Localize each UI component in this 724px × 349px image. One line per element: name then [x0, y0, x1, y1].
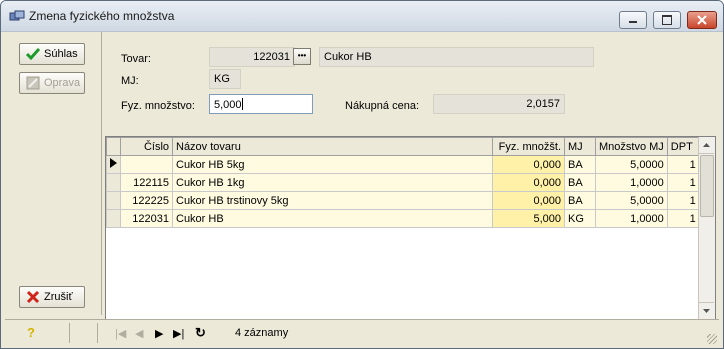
cell-dpt: 1 [666, 209, 700, 228]
status-separator [97, 323, 98, 343]
tovar-name-value: Cukor HB [324, 51, 372, 63]
col-header-mnozstvo[interactable]: Množstvo MJ [595, 137, 668, 156]
row-indicator [106, 173, 121, 192]
cell-nazov: Cukor HB 5kg [172, 155, 493, 174]
scroll-up-button[interactable] [699, 137, 714, 154]
tovar-lookup-button[interactable]: ••• [293, 48, 311, 65]
refresh-icon[interactable]: ↻ [195, 325, 206, 341]
col-header-cislo[interactable]: Číslo [120, 137, 173, 156]
mj-field: KG [209, 69, 241, 89]
cell-dpt: 1 [666, 155, 700, 174]
fyz-mnozstvo-label: Fyz. množstvo: [121, 100, 195, 112]
minimize-button[interactable] [619, 11, 647, 29]
cell-fyz: 0,000 [492, 155, 565, 174]
dialog-client: Súhlas Oprava Zrušiť Tovar: 122031 ••• C… [5, 32, 719, 346]
cell-nazov: Cukor HB [172, 209, 493, 228]
suhlas-button[interactable]: Súhlas [19, 43, 85, 65]
cancel-x-icon [26, 290, 40, 304]
cell-cislo: 122031 [120, 209, 173, 228]
cell-fyz: 0,000 [492, 173, 565, 192]
cell-mnozstvo: 1,0000 [595, 209, 668, 228]
text-caret [241, 98, 243, 110]
oprava-button[interactable]: Oprava [19, 72, 85, 94]
cell-cislo: 122225 [120, 191, 173, 210]
col-header-fyz[interactable]: Fyz. množšt. [492, 137, 565, 156]
row-indicator [106, 209, 121, 228]
cell-mnozstvo: 1,0000 [595, 173, 668, 192]
close-icon [697, 15, 707, 25]
nav-next-button[interactable]: ▶ [155, 327, 163, 340]
items-grid[interactable]: Číslo Názov tovaru Fyz. množšt. MJ Množs… [105, 136, 716, 320]
tovar-code-value: 122031 [253, 51, 290, 63]
cell-mj: BA [564, 155, 596, 174]
close-button[interactable] [687, 11, 717, 29]
edit-icon [26, 76, 40, 90]
tovar-name-field: Cukor HB [319, 47, 594, 67]
mj-label: MJ: [121, 75, 139, 87]
status-separator [69, 323, 70, 343]
table-row[interactable]: 122115 Cukor HB 1kg 0,000 BA 1,0000 1 [106, 173, 700, 192]
scroll-thumb[interactable] [700, 155, 714, 217]
items-table: Číslo Názov tovaru Fyz. množšt. MJ Množs… [106, 137, 700, 228]
cell-mnozstvo: 5,0000 [595, 191, 668, 210]
table-row[interactable]: 122225 Cukor HB trstinovy 5kg 0,000 BA 5… [106, 191, 700, 210]
row-indicator [106, 191, 121, 210]
minimize-icon [629, 21, 637, 23]
maximize-button[interactable] [653, 11, 681, 29]
window-title: Zmena fyzického množstva [29, 9, 175, 23]
nav-last-button[interactable]: ▶| [173, 327, 184, 340]
cell-fyz: 5,000 [492, 209, 565, 228]
ellipsis-icon: ••• [297, 51, 307, 60]
fyz-mnozstvo-input[interactable]: 5,000 [209, 94, 313, 114]
cell-dpt: 1 [666, 191, 700, 210]
cell-nazov: Cukor HB trstinovy 5kg [172, 191, 493, 210]
zrusit-label: Zrušiť [44, 291, 73, 303]
oprava-label: Oprava [44, 77, 81, 89]
cell-nazov: Cukor HB 1kg [172, 173, 493, 192]
tovar-label: Tovar: [121, 53, 151, 65]
resize-grip-icon[interactable] [707, 334, 717, 344]
dialog-window: Zmena fyzického množstva Súhlas Oprava Z… [0, 0, 724, 349]
app-icon [9, 10, 25, 21]
grid-vertical-scrollbar[interactable] [698, 137, 715, 319]
col-header-mj[interactable]: MJ [564, 137, 596, 156]
nav-first-button[interactable]: |◀ [115, 327, 126, 340]
cell-fyz: 0,000 [492, 191, 565, 210]
cell-mj: BA [564, 191, 596, 210]
table-row[interactable]: 122031 Cukor HB 5,000 KG 1,0000 1 [106, 209, 700, 228]
checkmark-icon [26, 48, 40, 61]
cell-mj: BA [564, 173, 596, 192]
help-icon[interactable]: ? [27, 325, 35, 340]
status-bar: ? |◀ ◀ ▶ ▶| ↻ 4 záznamy [5, 319, 719, 346]
tovar-code-field[interactable]: 122031 [209, 47, 295, 67]
cell-mnozstvo: 5,0000 [595, 155, 668, 174]
col-header-nazov[interactable]: Názov tovaru [172, 137, 493, 156]
indicator-header [106, 137, 121, 156]
mj-value: KG [214, 73, 230, 85]
cell-cislo: 122115 [120, 173, 173, 192]
cell-cislo [120, 155, 173, 174]
maximize-icon [662, 15, 672, 25]
button-panel: Súhlas Oprava Zrušiť [5, 32, 102, 315]
nakupna-cena-value: 2,0157 [526, 98, 560, 110]
table-row[interactable]: Cukor HB 5kg 0,000 BA 5,0000 1 [106, 155, 700, 174]
record-count: 4 záznamy [235, 327, 289, 339]
nakupna-cena-label: Nákupná cena: [345, 100, 419, 112]
fyz-mnozstvo-value: 5,000 [214, 99, 242, 111]
col-header-dpt[interactable]: DPT [666, 137, 700, 156]
nakupna-cena-field: 2,0157 [433, 94, 565, 114]
current-row-indicator-icon [106, 155, 121, 174]
cell-mj: KG [564, 209, 596, 228]
zrusit-button[interactable]: Zrušiť [19, 286, 85, 308]
cell-dpt: 1 [666, 173, 700, 192]
title-bar[interactable]: Zmena fyzického množstva [1, 1, 723, 32]
nav-prev-button[interactable]: ◀ [135, 327, 143, 340]
grid-header-row: Číslo Názov tovaru Fyz. množšt. MJ Množs… [106, 137, 700, 156]
suhlas-label: Súhlas [44, 48, 78, 60]
scroll-up-arrow-icon [703, 143, 710, 147]
scroll-down-arrow-icon [703, 309, 710, 313]
scroll-down-button[interactable] [699, 302, 714, 319]
